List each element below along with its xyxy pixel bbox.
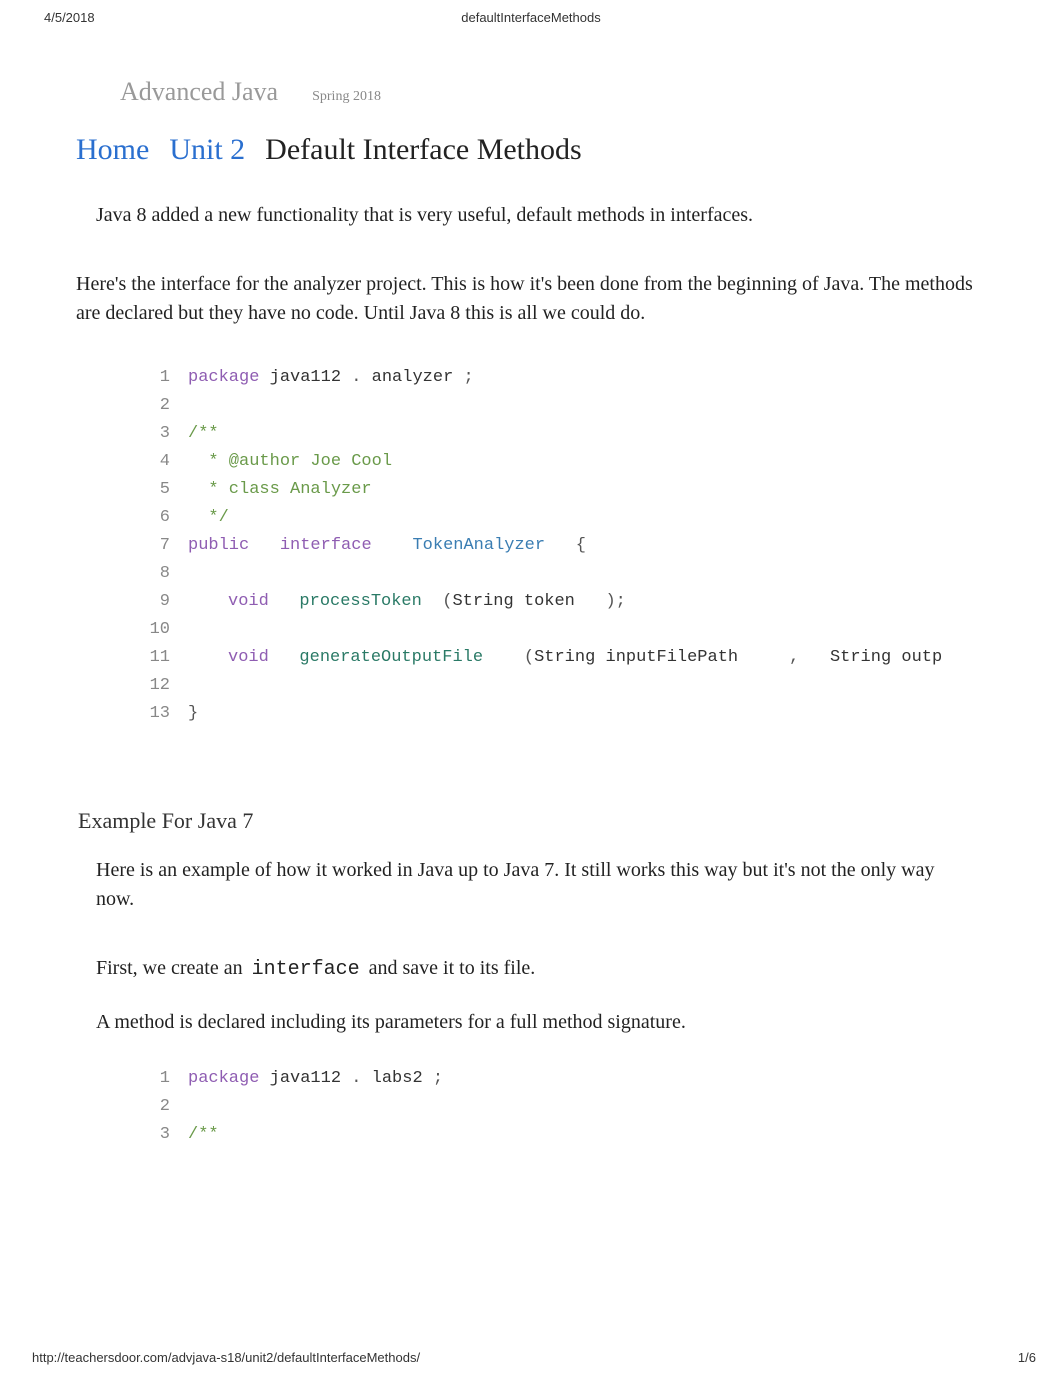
line-number: 9	[138, 588, 188, 616]
line-number: 12	[138, 672, 188, 700]
param: String token	[452, 592, 574, 611]
identifier: analyzer	[361, 368, 463, 387]
line-number: 1	[138, 1065, 188, 1093]
breadcrumb-unit[interactable]: Unit 2	[169, 133, 245, 166]
description-paragraph: Here's the interface for the analyzer pr…	[76, 270, 986, 328]
course-row: Advanced Java Spring 2018	[120, 77, 1062, 107]
punct: (	[442, 592, 452, 611]
footer-page: 1/6	[1018, 1350, 1036, 1365]
code-line: 4 * @author Joe Cool	[138, 448, 1062, 476]
line-number: 3	[138, 420, 188, 448]
line-number: 4	[138, 448, 188, 476]
punct: ;	[463, 368, 473, 387]
line-number: 2	[138, 392, 188, 420]
line-number: 3	[138, 1121, 188, 1149]
print-title: defaultInterfaceMethods	[0, 10, 1062, 25]
identifier: java112	[259, 368, 351, 387]
line-number: 5	[138, 476, 188, 504]
doc-comment: * @author Joe Cool	[188, 452, 392, 471]
code-line: 12	[138, 672, 1062, 700]
code-line: 7public interface TokenAnalyzer {	[138, 532, 1062, 560]
inline-code: interface	[248, 958, 364, 981]
punct: (	[524, 648, 534, 667]
section-para-2: A method is declared including its param…	[96, 1008, 966, 1037]
keyword: void	[228, 648, 269, 667]
punct: ,	[789, 648, 799, 667]
doc-comment: */	[188, 508, 229, 527]
code-line: 5 * class Analyzer	[138, 476, 1062, 504]
keyword: void	[228, 592, 269, 611]
code-line: 10	[138, 616, 1062, 644]
code-line: 2	[138, 1093, 1062, 1121]
punct: );	[605, 592, 625, 611]
line-number: 6	[138, 504, 188, 532]
keyword: package	[188, 1069, 259, 1088]
identifier: java112	[259, 1069, 351, 1088]
param: String inputFilePath	[534, 648, 738, 667]
punct: .	[351, 1069, 361, 1088]
code-line: 1package java112 . analyzer ;	[138, 364, 1062, 392]
punct: }	[188, 704, 198, 723]
method-name: processToken	[289, 592, 422, 611]
breadcrumb: Home Unit 2 Default Interface Methods	[76, 133, 1062, 167]
code-line: 6 */	[138, 504, 1062, 532]
punct: ;	[433, 1069, 443, 1088]
breadcrumb-home[interactable]: Home	[76, 133, 149, 166]
print-footer: http://teachersdoor.com/advjava-s18/unit…	[0, 1350, 1062, 1365]
print-header: 4/5/2018 defaultInterfaceMethods	[0, 0, 1062, 25]
code-line: 9 void processToken (String token );	[138, 588, 1062, 616]
line-number: 13	[138, 700, 188, 728]
keyword: public	[188, 536, 249, 555]
line-number: 8	[138, 560, 188, 588]
type-name: TokenAnalyzer	[412, 536, 545, 555]
doc-comment: /**	[188, 1125, 219, 1144]
line-number: 7	[138, 532, 188, 560]
method-name: generateOutputFile	[289, 648, 483, 667]
code-line: 13}	[138, 700, 1062, 728]
param: String outp	[820, 648, 942, 667]
code-block-2: 1package java112 . labs2 ; 2 3/**	[138, 1065, 1062, 1149]
code-line: 8	[138, 560, 1062, 588]
section-para: First, we create an interface and save i…	[96, 954, 966, 984]
page: 4/5/2018 defaultInterfaceMethods Advance…	[0, 0, 1062, 1377]
keyword: interface	[270, 536, 372, 555]
code-line: 11 void generateOutputFile (String inputF…	[138, 644, 1062, 672]
page-title: Default Interface Methods	[265, 133, 582, 166]
line-number: 2	[138, 1093, 188, 1121]
code-line: 1package java112 . labs2 ;	[138, 1065, 1062, 1093]
doc-comment: * class Analyzer	[188, 480, 372, 499]
line-number: 10	[138, 616, 188, 644]
course-term: Spring 2018	[312, 89, 381, 104]
code-line: 2	[138, 392, 1062, 420]
line-number: 1	[138, 364, 188, 392]
line-number: 11	[138, 644, 188, 672]
course-name: Advanced Java	[120, 77, 278, 106]
footer-url: http://teachersdoor.com/advjava-s18/unit…	[32, 1350, 420, 1365]
section-heading: Example For Java 7	[78, 808, 1062, 834]
section-intro: Here is an example of how it worked in J…	[96, 856, 966, 914]
keyword: package	[188, 368, 259, 387]
punct: {	[576, 536, 586, 555]
doc-comment: /**	[188, 424, 219, 443]
text: and save it to its file.	[364, 957, 536, 979]
intro-paragraph: Java 8 added a new functionality that is…	[96, 201, 966, 230]
punct: .	[351, 368, 361, 387]
identifier: labs2	[361, 1069, 432, 1088]
text: First, we create an	[96, 957, 248, 979]
code-line: 3/**	[138, 1121, 1062, 1149]
code-line: 3/**	[138, 420, 1062, 448]
code-block-1: 1package java112 . analyzer ; 2 3/** 4 *…	[138, 364, 1062, 728]
